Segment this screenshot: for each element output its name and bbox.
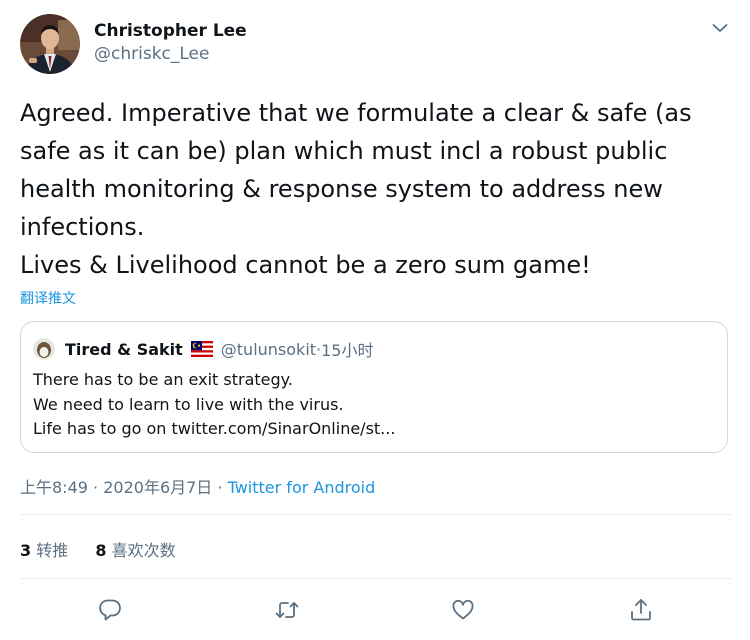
tweet-meta: 上午8:49 · 2020年6月7日 · Twitter for Android — [20, 474, 375, 498]
reply-icon[interactable] — [96, 596, 124, 624]
meta-separator: · — [93, 478, 99, 497]
tweet-text-line: Agreed. Imperative that we formulate a c… — [20, 99, 692, 127]
divider — [20, 514, 732, 515]
quoted-author-display-name: Tired & Sakit — [65, 339, 183, 359]
avatar-image — [20, 14, 80, 74]
retweets-count: 3 — [20, 541, 32, 560]
translate-tweet-link[interactable]: 翻译推文 — [20, 288, 76, 308]
tweet-header: Christopher Lee @chriskc_Lee — [20, 14, 732, 76]
likes-label: 喜欢次数 — [111, 541, 176, 560]
retweets-label: 转推 — [36, 541, 69, 560]
quoted-tweet-card[interactable]: Tired & Sakit @tulunsokit · 15小时 There h… — [20, 321, 728, 453]
quoted-tweet-text: There has to be an exit strategy. We nee… — [33, 368, 395, 442]
tweet-text-line: infections. — [20, 213, 145, 241]
share-icon[interactable] — [627, 596, 655, 624]
meta-separator: · — [217, 478, 223, 497]
tweet-text: Agreed. Imperative that we formulate a c… — [20, 94, 732, 284]
tweet-date[interactable]: 2020年6月7日 — [103, 478, 212, 497]
quoted-timestamp: 15小时 — [321, 341, 374, 360]
malaysia-flag-icon — [190, 341, 213, 357]
tweet-action-bar — [0, 594, 750, 626]
tweet-text-line: safe as it can be) plan which must incl … — [20, 137, 668, 165]
quoted-author-avatar — [33, 338, 55, 360]
more-options-chevron-icon[interactable] — [708, 16, 732, 40]
quoted-author-handle: @tulunsokit — [220, 339, 317, 359]
quoted-tweet-header: Tired & Sakit @tulunsokit · 15小时 — [33, 336, 374, 362]
tweet-source-link[interactable]: Twitter for Android — [228, 478, 376, 497]
author-info[interactable]: Christopher Lee @chriskc_Lee — [94, 20, 247, 66]
quoted-text-line: We need to learn to live with the virus. — [33, 394, 344, 414]
author-avatar[interactable] — [20, 14, 80, 74]
retweet-icon[interactable] — [273, 596, 301, 624]
tweet-text-line: health monitoring & response system to a… — [20, 175, 663, 203]
author-display-name[interactable]: Christopher Lee — [94, 20, 247, 42]
likes-stat[interactable]: 8 喜欢次数 — [95, 541, 175, 560]
retweets-stat[interactable]: 3 转推 — [20, 541, 68, 560]
tweet-stats: 3 转推 8 喜欢次数 — [20, 537, 198, 561]
quoted-text-line: Life has to go on twitter.com/SinarOnlin… — [33, 419, 396, 438]
tweet-time[interactable]: 上午8:49 — [20, 478, 88, 497]
like-heart-icon[interactable] — [449, 596, 477, 624]
author-handle[interactable]: @chriskc_Lee — [94, 42, 247, 66]
likes-count: 8 — [95, 541, 107, 560]
tweet-text-line: Lives & Livelihood cannot be a zero sum … — [20, 251, 591, 279]
quoted-text-line: There has to be an exit strategy. — [33, 370, 293, 389]
divider — [20, 578, 732, 579]
